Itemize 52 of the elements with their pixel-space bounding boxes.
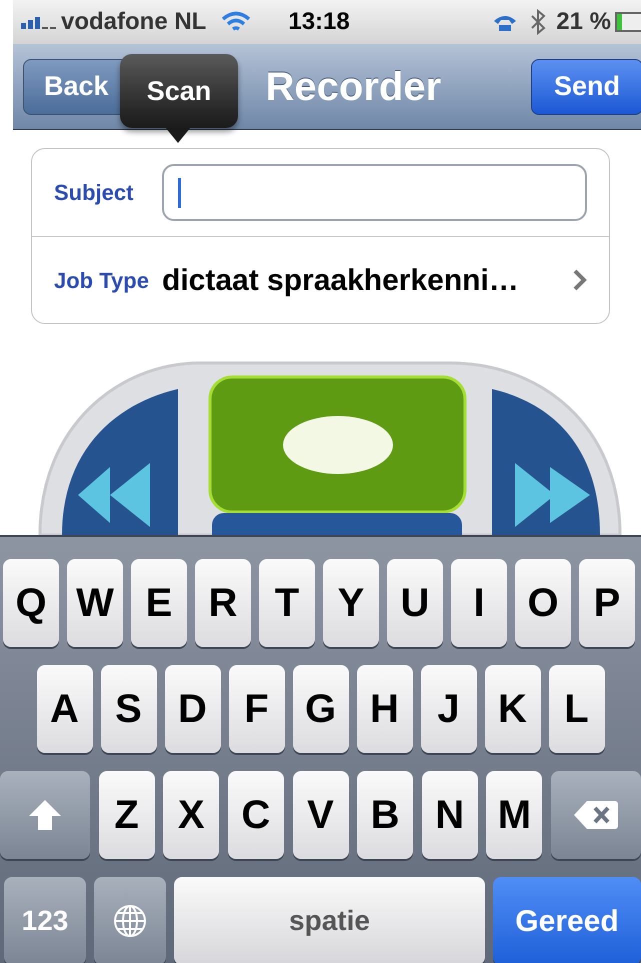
key[interactable]: F [228,665,284,753]
key[interactable]: Y [323,559,379,647]
key[interactable]: C [228,771,284,859]
key[interactable]: O [515,559,571,647]
key[interactable]: R [195,559,251,647]
battery-percentage: 21 % [556,7,611,37]
done-key[interactable]: Gereed [493,877,641,963]
key[interactable]: T [259,559,315,647]
delete-key[interactable] [551,771,641,859]
key[interactable]: D [164,665,220,753]
key[interactable]: W [67,559,123,647]
key[interactable]: N [422,771,478,859]
time: 13:18 [288,7,350,37]
record-button[interactable] [208,376,466,514]
field-label: Subject [54,179,134,207]
subject-input-field[interactable] [162,164,587,221]
key[interactable]: L [548,665,604,753]
up-arrow-icon [27,798,63,832]
forward-button[interactable] [492,389,600,535]
key[interactable]: H [356,665,412,753]
key[interactable]: Z [98,771,155,859]
backspace-icon [573,799,619,831]
key[interactable]: V [292,771,348,859]
send-button[interactable]: Send [530,58,641,114]
key[interactable]: B [357,771,414,859]
carrier-name: vodafone NL [61,7,206,37]
key[interactable]: I [451,559,507,647]
globe-key[interactable] [94,877,166,963]
page-title: Recorder [266,64,442,110]
key[interactable]: Q [3,559,59,647]
key[interactable]: J [420,665,476,753]
key[interactable]: A [36,665,92,753]
key[interactable]: X [163,771,220,859]
bluetooth-icon [530,9,546,35]
signal-icon [21,15,59,29]
scan-tooltip[interactable]: Scan [120,54,238,128]
job-type-value[interactable]: dictaat spraakherkenni… [162,258,573,302]
battery-icon [615,12,641,32]
field-label: Job Type [54,266,150,295]
rewind-button[interactable] [62,389,178,535]
key[interactable]: G [292,665,348,753]
shift-key[interactable] [0,771,90,859]
key[interactable]: P [579,559,635,647]
tooltip-pointer-icon [165,127,191,143]
key[interactable]: M [486,771,542,859]
globe-icon [112,903,148,939]
space-key[interactable]: spatie [174,877,485,963]
chevron-right-icon [573,269,587,291]
key[interactable]: E [131,559,187,647]
key[interactable]: S [100,665,156,753]
key[interactable]: U [387,559,443,647]
key[interactable]: K [484,665,540,753]
